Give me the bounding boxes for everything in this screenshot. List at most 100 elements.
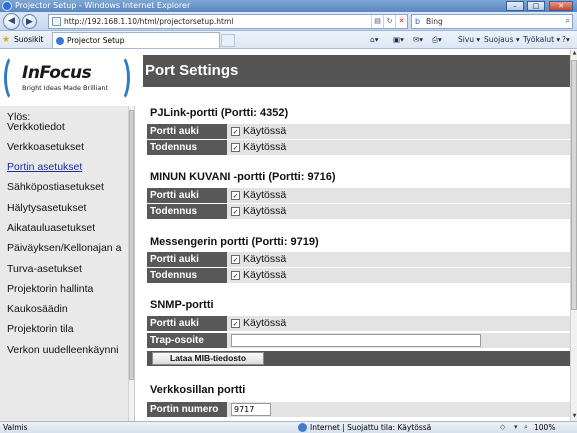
feeds-button[interactable]: ▣▾ xyxy=(393,33,404,47)
logo-arc-right xyxy=(110,54,130,102)
pjlink-port-checkbox[interactable]: ✓ xyxy=(231,127,240,136)
protected-mode-icon[interactable]: ◇ xyxy=(500,423,510,432)
zoom-level[interactable]: 100% xyxy=(534,422,555,433)
star-icon: ★ xyxy=(2,35,11,45)
logo-tagline: Bright Ideas Made Brilliant xyxy=(22,84,109,92)
page-scroll-thumb[interactable] xyxy=(571,60,577,310)
messenger-port-row: Portti auki ✓ Käytössä xyxy=(147,252,570,267)
sidebar-item-network-restart[interactable]: Verkon uudelleenkäynni xyxy=(7,344,127,356)
page-menu[interactable]: Sivu ▾ xyxy=(458,33,480,47)
my-image-port-label: Portti auki xyxy=(147,188,227,203)
sidebar-item-date-time[interactable]: Päiväyksen/Kellonajan a xyxy=(7,242,127,254)
pjlink-auth-checkbox[interactable]: ✓ xyxy=(231,143,240,152)
back-button[interactable]: ◀ xyxy=(3,13,20,30)
close-window-button[interactable]: ✕ xyxy=(549,1,573,11)
section-title-snmp: SNMP-portti xyxy=(150,299,214,311)
sidebar-item-remote-control[interactable]: Kaukosäädin xyxy=(7,303,127,315)
pjlink-port-label: Portti auki xyxy=(147,124,227,139)
home-button[interactable]: ⌂▾ xyxy=(370,33,379,47)
download-mib-button[interactable]: Lataa MIB-tiedosto xyxy=(152,352,264,365)
pjlink-port-checkbox-label: Käytössä xyxy=(243,125,287,137)
help-menu[interactable]: ?▾ xyxy=(562,33,570,47)
status-bar: Valmis Internet | Suojattu tila: Käytöss… xyxy=(0,421,577,433)
my-image-port-checkbox[interactable]: ✓ xyxy=(231,191,240,200)
bridge-port-row: Portin numero 9717 xyxy=(147,402,570,417)
pjlink-auth-row: Todennus ✓ Käytössä xyxy=(147,140,570,155)
sidebar-item-projector-control[interactable]: Projektorin hallinta xyxy=(7,283,127,295)
bridge-port-number-label: Portin numero xyxy=(147,402,227,417)
my-image-auth-checkbox[interactable]: ✓ xyxy=(231,207,240,216)
stop-icon[interactable]: ✕ xyxy=(395,15,407,28)
sidebar-item-schedule-settings[interactable]: Aikatauluasetukset xyxy=(7,222,127,234)
new-tab-button[interactable] xyxy=(221,34,235,47)
messenger-auth-label: Todennus xyxy=(147,268,227,283)
search-input[interactable]: Bing xyxy=(426,15,443,28)
messenger-auth-row: Todennus ✓ Käytössä xyxy=(147,268,570,283)
pjlink-auth-label: Todennus xyxy=(147,140,227,155)
messenger-auth-checkbox[interactable]: ✓ xyxy=(231,271,240,280)
zoom-dropdown-icon[interactable]: ▾ xyxy=(514,423,524,432)
messenger-auth-checkbox-label: Käytössä xyxy=(243,269,287,281)
bing-icon: b xyxy=(415,17,421,26)
tab-title: Projector Setup xyxy=(67,36,125,45)
print-button[interactable]: ⎙▾ xyxy=(432,33,442,47)
maximize-button[interactable]: □ xyxy=(527,1,545,11)
my-image-auth-label: Todennus xyxy=(147,204,227,219)
safety-menu[interactable]: Suojaus ▾ xyxy=(484,33,520,47)
sidebar-scroll-thumb[interactable] xyxy=(129,110,134,380)
search-box[interactable]: b Bing ⌕ xyxy=(411,14,573,29)
page-title: Port Settings xyxy=(143,55,570,87)
logo-brand: InFocus xyxy=(22,63,92,83)
pjlink-port-row: Portti auki ✓ Käytössä xyxy=(147,124,570,139)
address-text[interactable]: http://192.168.1.10/html/projectorsetup.… xyxy=(64,15,233,28)
snmp-trap-row: Trap-osoite xyxy=(147,333,570,348)
snmp-port-checkbox[interactable]: ✓ xyxy=(231,319,240,328)
sidebar-item-network-settings[interactable]: Verkkoasetukset xyxy=(7,141,127,153)
page-scrollbar[interactable]: ▲ ▼ xyxy=(570,50,577,421)
sidebar-item-projector-status[interactable]: Projektorin tila xyxy=(7,323,127,335)
minimize-button[interactable]: – xyxy=(506,1,524,11)
zoom-icon[interactable]: ⌕ xyxy=(524,423,534,432)
globe-icon xyxy=(298,423,307,432)
search-icon[interactable]: ⌕ xyxy=(566,16,570,26)
sidebar: InFocus Bright Ideas Made Brilliant Ylös… xyxy=(0,50,135,421)
window-titlebar: Projector Setup - Windows Internet Explo… xyxy=(0,0,577,12)
sidebar-item-alert-settings[interactable]: Hälytysasetukset xyxy=(7,202,127,214)
section-title-messenger: Messengerin portti (Portti: 9719) xyxy=(150,236,319,248)
sidebar-item-security-settings[interactable]: Turva-asetukset xyxy=(7,263,127,275)
scroll-up-icon[interactable]: ▲ xyxy=(571,50,577,58)
messenger-port-checkbox-label: Käytössä xyxy=(243,253,287,265)
my-image-port-checkbox-label: Käytössä xyxy=(243,189,287,201)
trap-address-input[interactable] xyxy=(231,334,481,347)
compatibility-view-icon[interactable]: ▤ xyxy=(371,15,383,28)
window-title: Projector Setup - Windows Internet Explo… xyxy=(15,1,191,10)
snmp-mib-row: Lataa MIB-tiedosto xyxy=(147,351,570,366)
tab-projector-setup[interactable]: Projector Setup xyxy=(52,32,220,48)
sidebar-item-email-settings[interactable]: Sähköpostiasetukset xyxy=(7,181,127,193)
refresh-icon[interactable]: ↻ xyxy=(383,15,395,28)
section-title-network-bridge: Verkkosillan portti xyxy=(150,384,246,396)
security-zone[interactable]: Internet | Suojattu tila: Käytössä xyxy=(310,422,431,433)
favorites-bar: ★ Suosikit Projector Setup ⌂▾ ▣▾ ✉▾ ⎙▾ S… xyxy=(0,31,577,49)
my-image-auth-row: Todennus ✓ Käytössä xyxy=(147,204,570,219)
tab-page-icon xyxy=(56,37,64,45)
infocus-logo: InFocus Bright Ideas Made Brilliant xyxy=(0,50,135,106)
forward-button[interactable]: ▶ xyxy=(22,14,37,29)
status-text: Valmis xyxy=(3,423,28,432)
snmp-trap-label: Trap-osoite xyxy=(147,333,227,348)
port-number-input[interactable]: 9717 xyxy=(231,403,271,416)
tools-menu[interactable]: Työkalut ▾ xyxy=(523,33,560,47)
page-viewport: InFocus Bright Ideas Made Brilliant Ylös… xyxy=(0,50,577,421)
address-bar[interactable]: http://192.168.1.10/html/projectorsetup.… xyxy=(48,14,408,29)
ie-logo-icon xyxy=(2,1,12,11)
scroll-down-icon[interactable]: ▼ xyxy=(571,413,577,421)
messenger-port-label: Portti auki xyxy=(147,252,227,267)
sidebar-item-port-settings[interactable]: Portin asetukset xyxy=(7,161,127,173)
my-image-port-row: Portti auki ✓ Käytössä xyxy=(147,188,570,203)
sidebar-scrollbar[interactable] xyxy=(128,106,134,421)
sidebar-item-network-info[interactable]: Verkkotiedot xyxy=(7,121,127,133)
mail-button[interactable]: ✉▾ xyxy=(413,33,423,47)
favorites-button[interactable]: ★ Suosikit xyxy=(2,33,43,47)
pjlink-auth-checkbox-label: Käytössä xyxy=(243,141,287,153)
messenger-port-checkbox[interactable]: ✓ xyxy=(231,255,240,264)
